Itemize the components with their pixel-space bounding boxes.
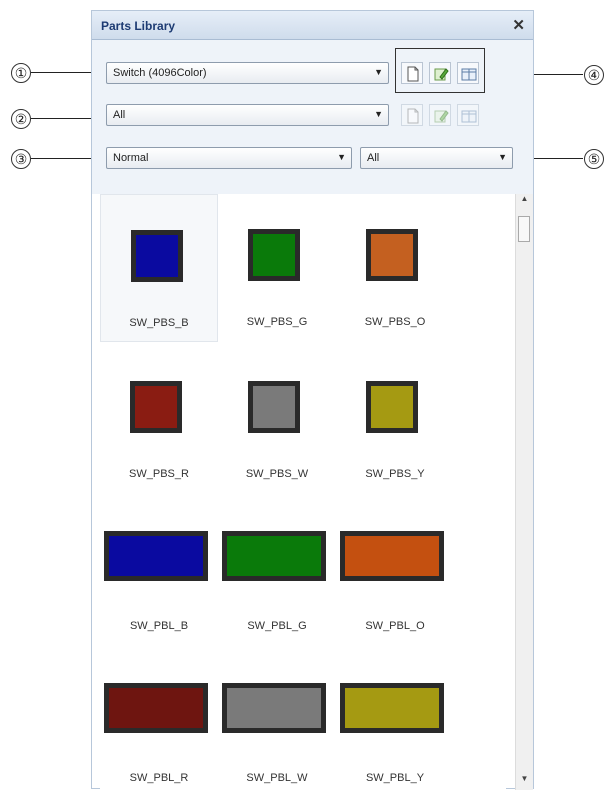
part-item[interactable]: SW_PBL_G <box>218 498 336 646</box>
edit-icon <box>434 68 449 81</box>
part-thumbnail <box>248 381 300 433</box>
part-item[interactable]: SW_PBS_B <box>100 194 218 342</box>
window-group-button[interactable] <box>457 104 479 126</box>
part-item[interactable]: SW_PBL_Y <box>336 650 454 798</box>
part-item[interactable]: SW_PBS_O <box>336 194 454 342</box>
close-icon[interactable]: ✕ <box>512 16 525 34</box>
part-label: SW_PBL_O <box>365 620 425 632</box>
part-label: SW_PBL_Y <box>365 772 425 784</box>
chevron-down-icon: ▼ <box>337 152 346 162</box>
new-document-icon <box>407 108 419 124</box>
chevron-down-icon: ▼ <box>374 67 383 77</box>
new-group-button[interactable] <box>401 104 423 126</box>
part-thumbnail <box>248 229 300 281</box>
part-label: SW_PBS_R <box>129 468 189 480</box>
category-dropdown[interactable]: Switch (4096Color) ▼ <box>106 62 389 84</box>
part-thumbnail <box>104 683 208 733</box>
part-label: SW_PBS_O <box>364 316 426 328</box>
part-item[interactable]: SW_PBL_R <box>100 650 218 798</box>
part-thumbnail <box>340 683 444 733</box>
state-dropdown[interactable]: Normal ▼ <box>106 147 352 169</box>
chevron-down-icon: ▼ <box>498 152 507 162</box>
callout-5: ⑤ <box>584 149 604 169</box>
vertical-scrollbar[interactable]: ▲ ▼ <box>515 194 533 790</box>
edit-group-button[interactable] <box>429 104 451 126</box>
scroll-down-icon[interactable]: ▼ <box>516 774 533 790</box>
part-item[interactable]: SW_PBL_O <box>336 498 454 646</box>
part-label: SW_PBS_G <box>246 316 308 328</box>
filter-dropdown[interactable]: All ▼ <box>360 147 513 169</box>
part-thumbnail <box>340 531 444 581</box>
part-label: SW_PBL_B <box>129 620 189 632</box>
filter-value: All <box>367 152 380 164</box>
callout-4: ④ <box>584 65 604 85</box>
part-thumbnail <box>131 230 183 282</box>
state-value: Normal <box>113 152 149 164</box>
part-thumbnail <box>222 531 326 581</box>
toolbar: Switch (4096Color) ▼ All ▼ Normal ▼ All … <box>92 40 533 194</box>
part-thumbnail <box>366 381 418 433</box>
part-label: SW_PBS_Y <box>365 468 425 480</box>
edit-icon <box>434 110 449 123</box>
part-item[interactable]: SW_PBS_W <box>218 346 336 494</box>
group-value: All <box>113 109 126 121</box>
callout-1: ① <box>11 63 31 83</box>
category-value: Switch (4096Color) <box>113 67 207 79</box>
part-label: SW_PBL_R <box>129 772 189 784</box>
scroll-up-icon[interactable]: ▲ <box>516 194 533 210</box>
parts-grid: SW_PBS_B SW_PBS_G SW_PBS_O SW_PBS_R SW_PBS_W… <box>100 194 506 790</box>
group-dropdown[interactable]: All ▼ <box>106 104 389 126</box>
panel-title: Parts Library <box>101 19 176 33</box>
edit-part-button[interactable] <box>429 62 451 84</box>
part-label: SW_PBS_B <box>129 317 189 329</box>
part-item[interactable]: SW_PBS_Y <box>336 346 454 494</box>
window-icon <box>461 68 477 81</box>
part-thumbnail <box>222 683 326 733</box>
part-label: SW_PBL_G <box>247 620 307 632</box>
callout-2: ② <box>11 109 31 129</box>
callout-3: ③ <box>11 149 31 169</box>
part-item[interactable]: SW_PBS_G <box>218 194 336 342</box>
window-icon <box>461 110 477 123</box>
parts-library-panel: Parts Library ✕ Switch (4096Color) ▼ All… <box>91 10 534 790</box>
part-thumbnail <box>104 531 208 581</box>
part-item[interactable]: SW_PBL_B <box>100 498 218 646</box>
part-label: SW_PBL_W <box>246 772 308 784</box>
part-item[interactable]: SW_PBL_W <box>218 650 336 798</box>
scrollbar-thumb[interactable] <box>518 216 530 242</box>
part-thumbnail <box>366 229 418 281</box>
new-part-button[interactable] <box>401 62 423 84</box>
part-item[interactable]: SW_PBS_R <box>100 346 218 494</box>
new-document-icon <box>407 66 419 82</box>
window-part-button[interactable] <box>457 62 479 84</box>
part-thumbnail <box>130 381 182 433</box>
chevron-down-icon: ▼ <box>374 109 383 119</box>
title-bar: Parts Library ✕ <box>92 11 533 40</box>
part-label: SW_PBS_W <box>245 468 309 480</box>
